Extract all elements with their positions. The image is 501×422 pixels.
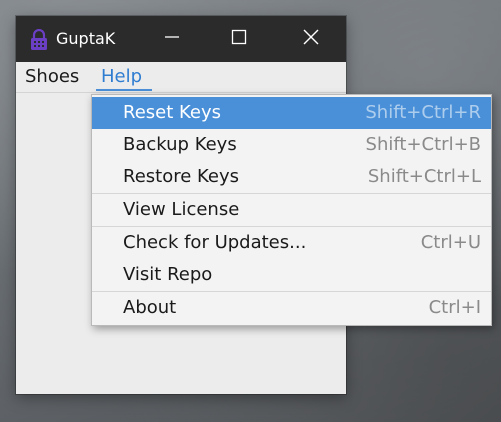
menu-shoes[interactable]: Shoes xyxy=(25,66,79,88)
menu-item-label: Check for Updates... xyxy=(123,232,307,253)
menu-item-label: Backup Keys xyxy=(123,134,237,155)
menu-item-backup-keys[interactable]: Backup Keys Shift+Ctrl+B xyxy=(92,129,491,161)
maximize-icon xyxy=(231,29,247,49)
active-menu-indicator xyxy=(96,89,152,91)
menu-item-label: About xyxy=(123,297,177,318)
menu-item-visit-repo[interactable]: Visit Repo xyxy=(92,259,491,291)
menu-item-label: View License xyxy=(123,199,240,220)
minimize-button[interactable] xyxy=(149,16,195,62)
menu-item-label: Reset Keys xyxy=(123,102,222,123)
help-dropdown-menu: Reset Keys Shift+Ctrl+R Backup Keys Shif… xyxy=(91,94,492,326)
menu-item-shortcut: Ctrl+U xyxy=(420,232,481,253)
menu-item-check-updates[interactable]: Check for Updates... Ctrl+U xyxy=(92,227,491,259)
menu-item-reset-keys[interactable]: Reset Keys Shift+Ctrl+R xyxy=(92,97,491,129)
menu-item-label: Visit Repo xyxy=(123,264,213,285)
menu-item-shortcut: Shift+Ctrl+L xyxy=(367,166,481,187)
lock-icon xyxy=(29,28,49,51)
menu-bar: Shoes Help xyxy=(16,62,346,93)
menu-item-view-license[interactable]: View License xyxy=(92,194,491,226)
menu-item-restore-keys[interactable]: Restore Keys Shift+Ctrl+L xyxy=(92,161,491,193)
menu-item-label: Restore Keys xyxy=(123,166,240,187)
menu-item-shortcut: Shift+Ctrl+R xyxy=(365,102,481,123)
window-title: GuptaK xyxy=(56,29,116,48)
close-icon xyxy=(302,28,320,50)
menu-help[interactable]: Help xyxy=(101,66,142,88)
close-button[interactable] xyxy=(288,16,334,62)
menu-item-about[interactable]: About Ctrl+I xyxy=(92,292,491,324)
menu-item-shortcut: Ctrl+I xyxy=(428,297,481,318)
maximize-button[interactable] xyxy=(216,16,262,62)
menu-item-shortcut: Shift+Ctrl+B xyxy=(365,134,481,155)
minimize-icon xyxy=(164,29,180,49)
title-bar[interactable]: GuptaK xyxy=(16,16,346,62)
